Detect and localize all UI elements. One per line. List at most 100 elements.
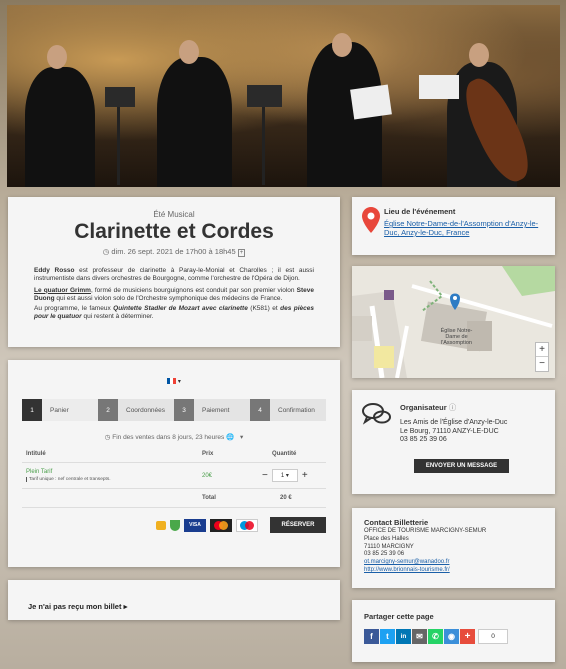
booking-steps: 1 Panier 2 Coordonnées 3 Paiement 4 Confirma… (22, 399, 326, 421)
timezone-icon: 🌐 (226, 434, 235, 441)
location-link[interactable]: Église Notre-Dame-de-l'Assomption d'Anzy… (384, 219, 545, 237)
map-label: Église Notre-Dame de l'Assomption (440, 328, 473, 346)
linkedin-share-button[interactable]: in (396, 629, 411, 644)
quantity-select[interactable]: 1 ▾ (271, 469, 298, 482)
organizer-heading-text: Organisateur (400, 403, 447, 412)
maestro-card-icon (236, 518, 258, 532)
info-icon[interactable]: ⓘ (449, 403, 457, 412)
twitter-share-button[interactable]: t (380, 629, 395, 644)
step-cart: 1 Panier (22, 399, 98, 421)
quartet-name: Le quatuor Grimm (34, 286, 91, 294)
step-confirmation: 4 Confirmation (250, 399, 326, 421)
chevron-down-icon[interactable]: ▾ (240, 434, 243, 441)
qzone-share-button[interactable]: ◉ (444, 629, 459, 644)
event-datetime-text: dim. 26 sept. 2021 de 17h00 à 18h45 (111, 247, 236, 256)
calendar-add-icon[interactable]: + (237, 249, 246, 257)
step-label: Paiement (202, 406, 230, 414)
hero-photo (7, 5, 560, 187)
desc-text: qui restent à déterminer. (81, 313, 154, 321)
more-share-button[interactable]: + (460, 629, 475, 644)
location-panel: Lieu de l'événement Église Notre-Dame-de… (352, 197, 555, 255)
desc-text: Au programme, le fameux (34, 304, 114, 312)
event-datetime: ◷ dim. 26 sept. 2021 de 17h00 à 18h45 + (34, 247, 314, 257)
contact-street: Place des Halles (364, 535, 409, 542)
share-count: 0 (478, 629, 508, 644)
share-panel: Partager cette page f t in ✉ ✆ ◉ + 0 (352, 600, 555, 662)
step-label: Coordonnées (126, 406, 166, 414)
map-panel[interactable]: Église Notre-Dame de l'Assomption + − (352, 266, 555, 378)
booking-panel: ▾ 1 Panier 2 Coordonnées 3 Paiement 4 Confir… (8, 360, 340, 567)
step-payment: 3 Paiement (174, 399, 250, 421)
step-number: 4 (250, 399, 270, 421)
desc-text: qui est aussi violon solo de l'Orchestre… (54, 295, 283, 303)
desc-text: , formé de musiciens bourguignons est co… (90, 286, 297, 294)
clock-icon: ◷ (104, 434, 111, 441)
desc-text: (K581) et (247, 304, 281, 312)
increment-button[interactable]: + (302, 470, 308, 481)
organizer-address: Le Bourg, 71110 ANZY-LE-DUC (400, 427, 499, 435)
share-heading: Partager cette page (364, 612, 434, 621)
chat-bubbles-icon (362, 402, 396, 445)
contact-heading: Contact Billetterie (364, 518, 429, 527)
chevron-down-icon: ▾ (177, 379, 181, 385)
whatsapp-share-button[interactable]: ✆ (428, 629, 443, 644)
contact-org: OFFICE DE TOURISME MARCIGNY-SEMUR (364, 528, 487, 534)
countdown-text: Fin des ventes dans 8 jours, 23 heures (112, 434, 225, 441)
ticket-name: Plein Tarif (26, 469, 53, 475)
flag-fr-icon (167, 378, 177, 385)
secure-lock-icon (156, 520, 166, 530)
ticket-row: Plein Tarif Tarif unique : nef centrale … (22, 462, 326, 489)
contact-website[interactable]: http://www.brionnais-tourisme.fr/ (364, 567, 543, 575)
total-label: Total (202, 495, 216, 501)
send-message-button[interactable]: ENVOYER UN MESSAGE (414, 458, 509, 473)
contact-panel: Contact Billetterie OFFICE DE TOURISME M… (352, 508, 555, 588)
desc-text: est professeur de clarinette à Paray-le-… (34, 267, 314, 283)
quantity-stepper: − 1 ▾ + (262, 469, 308, 482)
facebook-share-button[interactable]: f (364, 629, 379, 644)
step-label: Confirmation (278, 406, 315, 414)
zoom-out-button[interactable]: − (536, 357, 548, 371)
payment-row: VISA RÉSERVER (22, 517, 326, 533)
organizer-phone: 03 85 25 39 06 (400, 436, 447, 443)
organizer-heading: Organisateur ⓘ (400, 402, 507, 413)
step-label: Panier (50, 406, 69, 414)
organizer-name: Les Amis de l'Église d'Anzy-le-Duc (400, 419, 508, 426)
ticket-not-received-panel: Je n'ai pas reçu mon billet ▸ (8, 580, 340, 620)
verified-shield-icon (170, 519, 180, 531)
map-pin-icon (362, 207, 380, 245)
map[interactable] (352, 266, 555, 378)
event-category: Été Musical (153, 210, 195, 219)
event-title: Clarinette et Cordes (74, 220, 274, 243)
zoom-in-button[interactable]: + (536, 343, 548, 357)
event-description: Eddy Rosso est professeur de clarinette … (34, 267, 314, 321)
location-heading: Lieu de l'événement (384, 207, 456, 216)
total-row: Total 20 € (22, 489, 326, 508)
email-share-button[interactable]: ✉ (412, 629, 427, 644)
step-details: 2 Coordonnées (98, 399, 174, 421)
contact-email[interactable]: ot.marcigny-semur@wanadoo.fr (364, 559, 543, 567)
ticket-desc: Tarif unique : nef centrale et transepts… (26, 477, 202, 482)
quantity-value: 1 (280, 472, 285, 479)
program-piece: Quintette Stadler de Mozart avec clarine… (113, 304, 248, 312)
clock-icon: ◷ (102, 247, 110, 256)
step-number: 3 (174, 399, 194, 421)
total-value: 20 € (280, 495, 292, 501)
mastercard-icon (210, 518, 232, 532)
ticket-not-received-label: Je n'ai pas reçu mon billet (28, 602, 122, 611)
decrement-button[interactable]: − (262, 470, 268, 481)
reserve-button[interactable]: RÉSERVER (270, 517, 326, 533)
ticket-price: 20€ (202, 472, 213, 479)
col-intitule: Intitulé (26, 451, 46, 457)
language-selector[interactable]: ▾ (22, 378, 326, 385)
contact-city: 71110 MARCIGNY (364, 543, 414, 550)
contact-phone: 03 85 25 39 06 (364, 551, 405, 558)
ticket-not-received-link[interactable]: Je n'ai pas reçu mon billet ▸ (28, 602, 127, 611)
col-prix: Prix (202, 451, 214, 457)
share-buttons: f t in ✉ ✆ ◉ + 0 (364, 629, 543, 644)
col-quantite: Quantité (272, 451, 297, 457)
performer-name: Eddy Rosso (34, 267, 75, 274)
event-panel: Été Musical Clarinette et Cordes ◷ dim. … (8, 197, 340, 347)
organizer-panel: Organisateur ⓘ Les Amis de l'Église d'An… (352, 390, 555, 494)
visa-card-icon: VISA (184, 518, 206, 532)
step-number: 2 (98, 399, 118, 421)
